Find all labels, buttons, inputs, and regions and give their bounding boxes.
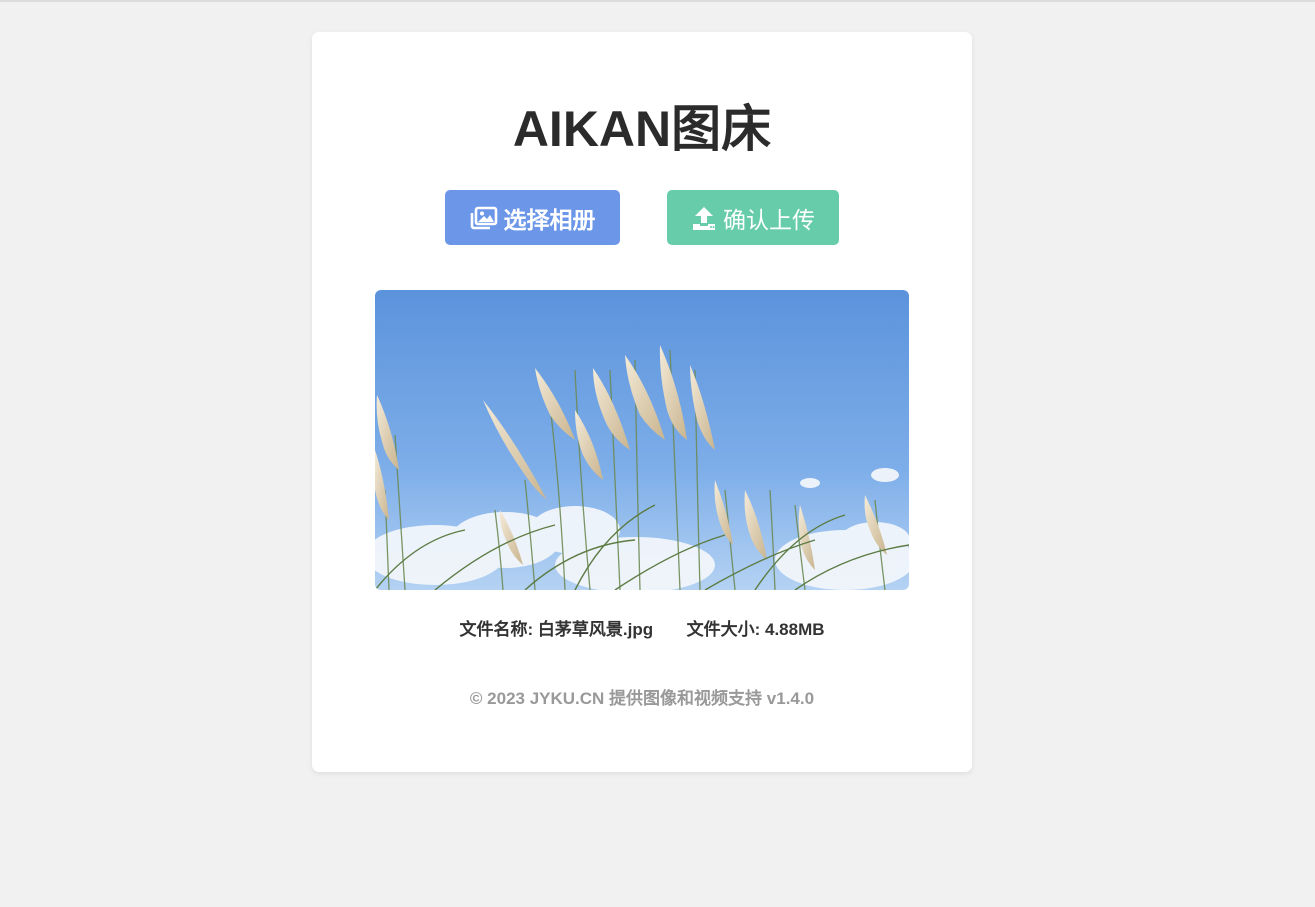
select-album-button[interactable]: 选择相册 bbox=[445, 190, 620, 245]
confirm-upload-button[interactable]: 确认上传 bbox=[667, 190, 839, 245]
image-preview bbox=[375, 290, 909, 590]
file-info: 文件名称: 白茅草风景.jpg 文件大小: 4.88MB bbox=[312, 618, 972, 642]
file-size-label: 文件大小: bbox=[686, 620, 761, 639]
page-title: AIKAN图床 bbox=[512, 101, 772, 157]
footer-copyright: © 2023 JYKU.CN 提供图像和视频支持 v1.4.0 bbox=[469, 689, 815, 708]
file-name-value: 白茅草风景.jpg bbox=[537, 620, 654, 639]
top-border bbox=[0, 0, 1315, 2]
upload-card: AIKAN图床 选择相册 确认上传 文件名称: 白茅草风景.jpg 文件大小: … bbox=[312, 32, 972, 772]
images-icon bbox=[470, 206, 498, 230]
file-size-value: 4.88MB bbox=[764, 620, 825, 639]
upload-icon bbox=[691, 205, 717, 231]
file-name-label: 文件名称: bbox=[459, 620, 534, 639]
select-album-label: 选择相册 bbox=[503, 206, 596, 233]
confirm-upload-label: 确认上传 bbox=[723, 206, 815, 233]
